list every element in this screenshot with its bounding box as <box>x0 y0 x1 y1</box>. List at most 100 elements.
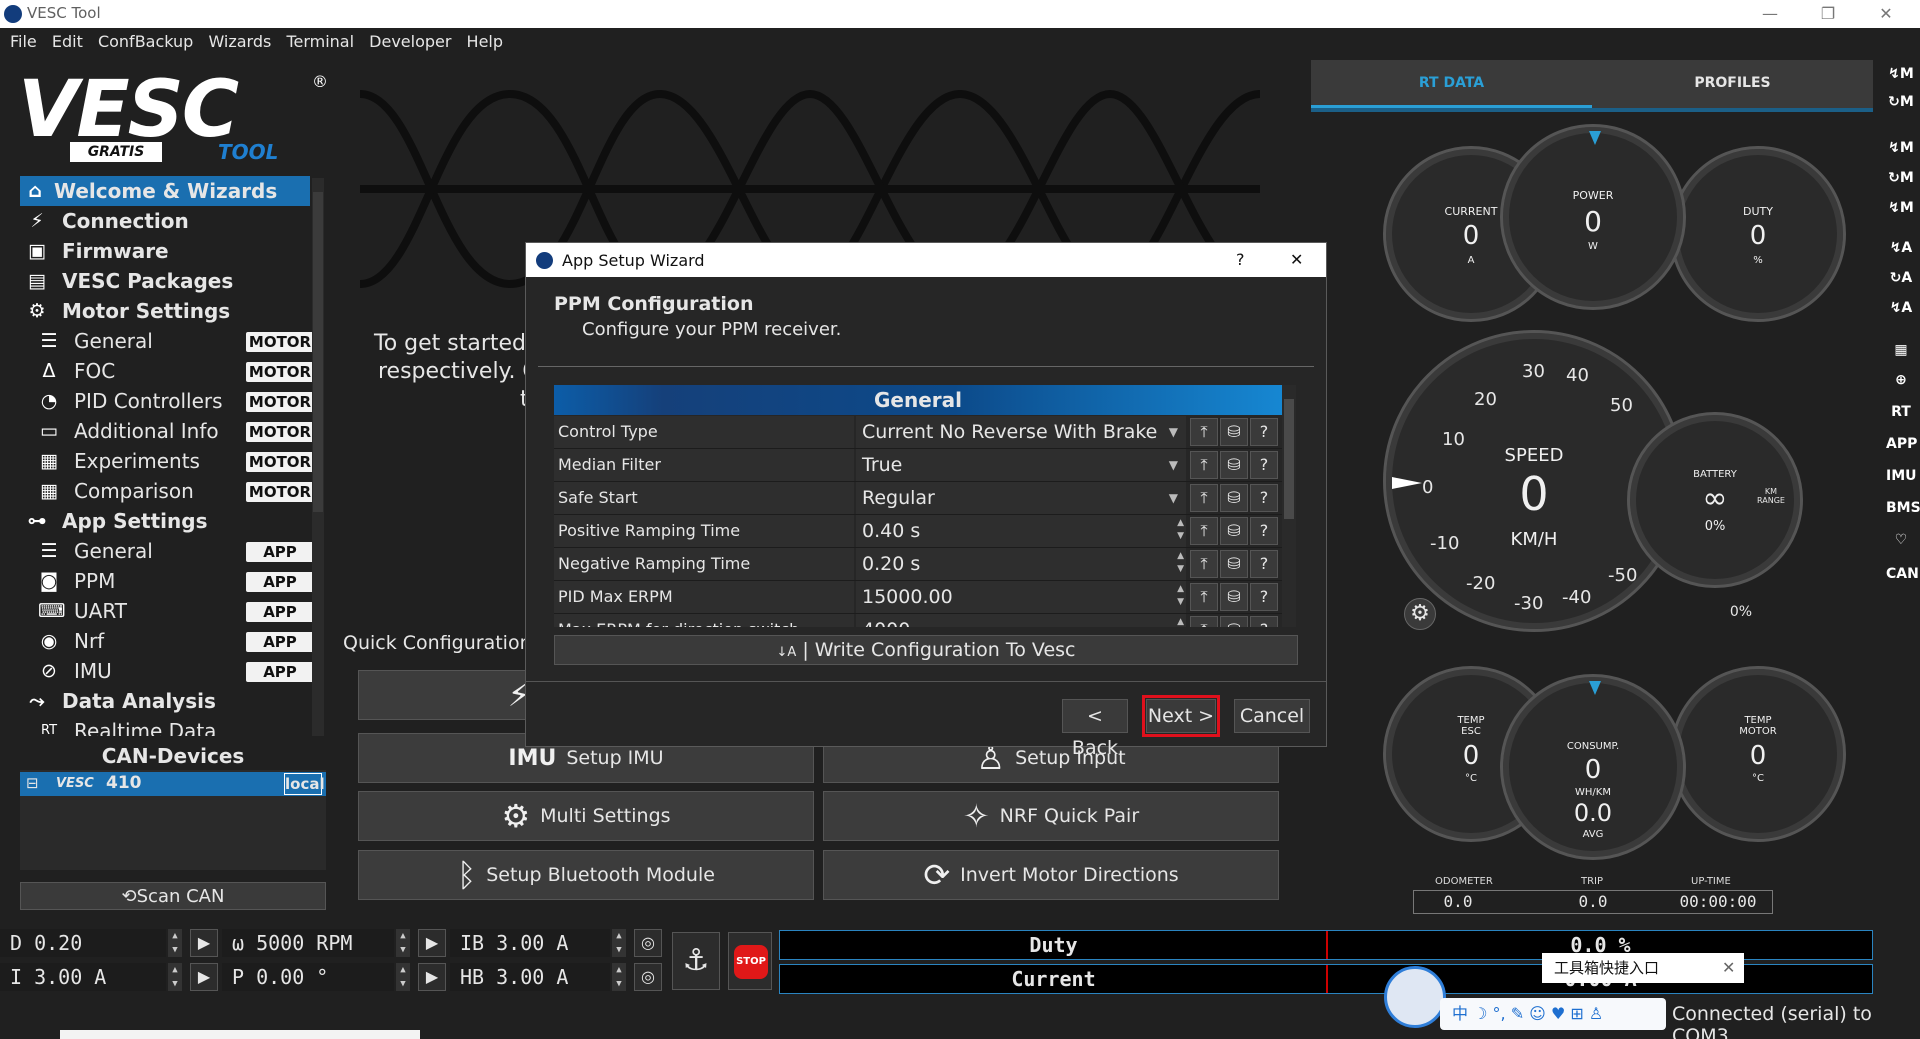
table-scrollbar[interactable] <box>1282 385 1296 627</box>
handbrake-control[interactable]: HB 3.00 A ▲ ▼ <box>450 963 628 991</box>
spin-arrows-icon[interactable]: ▲▼ <box>1177 616 1184 627</box>
spin-arrows-icon[interactable]: ▲▼ <box>168 929 182 957</box>
help-icon[interactable]: ? <box>1250 451 1278 479</box>
spin-arrows-icon[interactable]: ▲▼ <box>168 963 182 991</box>
menu-help[interactable]: Help <box>457 28 503 51</box>
database-icon[interactable]: ⛁ <box>1220 418 1248 446</box>
position-control[interactable]: P 0.00 ° ▲ ▼ <box>222 963 412 991</box>
sidebar-item-comparison[interactable]: ▦ Comparison MOTOR <box>22 476 318 506</box>
database-icon[interactable]: ⛁ <box>1220 451 1248 479</box>
sidebar-item-additional-info[interactable]: ▭ Additional Info MOTOR <box>22 416 318 446</box>
sidebar-item-pid-controllers[interactable]: ◔ PID Controllers MOTOR <box>22 386 318 416</box>
anchor-icon[interactable]: ⚓ <box>672 932 720 990</box>
tab-rt-data[interactable]: RT DATA <box>1311 60 1592 108</box>
safe-start-combo[interactable]: Regular ▼ <box>856 482 1186 514</box>
bms-icon[interactable]: BMS <box>1886 496 1920 520</box>
median-filter-combo[interactable]: True ▼ <box>856 449 1186 481</box>
sidebar-item-vesc-packages[interactable]: ▤ VESC Packages <box>22 266 318 296</box>
sidebar-item-nrf[interactable]: ◉ Nrf APP <box>22 626 318 656</box>
plug-icon[interactable]: ↻M <box>1886 90 1916 114</box>
read-motor-config-icon[interactable]: ↯M <box>1886 136 1916 160</box>
tab-profiles[interactable]: PROFILES <box>1592 60 1873 108</box>
sidebar-item-app-general[interactable]: ☰ General APP <box>22 536 318 566</box>
multi-settings-button[interactable]: ⚙ Multi Settings <box>358 791 814 841</box>
can-device-row[interactable]: ⊟ VESC 410 local <box>20 772 326 796</box>
upload-icon[interactable]: ⤒ <box>1190 550 1218 578</box>
heart-icon[interactable]: ♡ <box>1886 528 1916 552</box>
network-icon[interactable]: ▦ <box>1886 338 1916 362</box>
sidebar-item-experiments[interactable]: ▦ Experiments MOTOR <box>22 446 318 476</box>
scrollbar-thumb[interactable] <box>313 192 323 512</box>
position-input[interactable]: P 0.00 ° <box>222 963 394 991</box>
spin-arrows-icon[interactable]: ▲▼ <box>612 963 626 991</box>
upload-icon[interactable]: ⤒ <box>1190 451 1218 479</box>
sidebar-item-realtime-data[interactable]: RT Realtime Data <box>22 716 318 736</box>
minimize-button[interactable]: — <box>1742 0 1798 28</box>
database-icon[interactable]: ⛁ <box>1220 550 1248 578</box>
brake-icon[interactable]: ◎ <box>634 929 662 957</box>
menu-wizards[interactable]: Wizards <box>198 28 271 51</box>
quick-setup-hidden-button[interactable]: ⚡ <box>358 670 530 720</box>
hb-input[interactable]: HB 3.00 A <box>450 963 610 991</box>
duty-input[interactable]: D 0.20 <box>0 929 166 957</box>
sidebar-item-firmware[interactable]: ▣ Firmware <box>22 236 318 266</box>
read-app-config-icon[interactable]: ↯A <box>1886 236 1916 260</box>
duty-control[interactable]: D 0.20 ▲ ▼ <box>0 929 184 957</box>
upload-icon[interactable]: ⤒ <box>1190 418 1218 446</box>
gamepad-icon[interactable]: ⊕ <box>1886 368 1916 392</box>
spin-arrows-icon[interactable]: ▲▼ <box>396 963 410 991</box>
rt-data-icon[interactable]: RT <box>1886 400 1916 424</box>
close-window-button[interactable]: ✕ <box>1858 0 1914 28</box>
sidebar-item-uart[interactable]: ⌨ UART APP <box>22 596 318 626</box>
spin-arrows-icon[interactable]: ▲▼ <box>1177 583 1184 609</box>
close-icon[interactable]: ✕ <box>1722 953 1735 983</box>
next-button[interactable]: Next > <box>1142 695 1220 737</box>
invert-motor-directions-button[interactable]: ⟳ Invert Motor Directions <box>823 850 1279 900</box>
help-icon[interactable]: ? <box>1250 484 1278 512</box>
read-default-app-config-icon[interactable]: ↻A <box>1886 266 1916 290</box>
robot-assistant-icon[interactable] <box>1384 966 1446 1028</box>
help-icon[interactable]: ? <box>1250 583 1278 611</box>
sidebar-item-app-settings[interactable]: ⊶ App Settings <box>22 506 318 536</box>
pid-max-erpm-spinbox[interactable]: 15000.00 ▲ ▼ <box>856 581 1186 613</box>
sidebar-item-foc[interactable]: ᐃ FOC MOTOR <box>22 356 318 386</box>
menu-edit[interactable]: Edit <box>42 28 83 51</box>
dialog-help-button[interactable]: ? <box>1236 250 1245 269</box>
control-type-combo[interactable]: Current No Reverse With Brake ▼ <box>856 416 1186 448</box>
help-icon[interactable]: ? <box>1250 616 1278 627</box>
stop-button[interactable]: STOP <box>728 932 772 990</box>
upload-icon[interactable]: ⤒ <box>1190 583 1218 611</box>
database-icon[interactable]: ⛁ <box>1220 583 1248 611</box>
max-erpm-direction-spinbox[interactable]: 4000 ▲▼ <box>856 614 1186 627</box>
sidebar-item-motor-settings[interactable]: ⚙ Motor Settings <box>22 296 318 326</box>
ib-input[interactable]: IB 3.00 A <box>450 929 610 957</box>
play-icon[interactable]: ▶ <box>418 963 446 991</box>
sidebar-item-data-analysis[interactable]: ⤳ Data Analysis <box>22 686 318 716</box>
ime-toolbar[interactable]: 中 ☽ °, ✎ ☺ ♥ ⊞ ♙ <box>1440 998 1666 1030</box>
rpm-control[interactable]: ω 5000 RPM ▲ ▼ <box>222 929 412 957</box>
current-input[interactable]: I 3.00 A <box>0 963 166 991</box>
imu-icon[interactable]: IMU <box>1886 464 1917 488</box>
play-icon[interactable]: ▶ <box>190 929 218 957</box>
scrollbar-thumb[interactable] <box>1284 399 1294 519</box>
plug-icon[interactable]: ↯M <box>1886 62 1916 86</box>
spin-arrows-icon[interactable]: ▲▼ <box>396 929 410 957</box>
write-app-config-icon[interactable]: ↯A <box>1886 296 1916 320</box>
rt-app-icon[interactable]: APP <box>1886 432 1917 456</box>
negative-ramping-spinbox[interactable]: 0.20 s ▲ ▼ <box>856 548 1186 580</box>
gauge-settings-gear-icon[interactable]: ⚙ <box>1404 598 1436 630</box>
upload-icon[interactable]: ⤒ <box>1190 517 1218 545</box>
database-icon[interactable]: ⛁ <box>1220 517 1248 545</box>
restore-button[interactable]: ❐ <box>1800 0 1856 28</box>
sidebar-item-ppm[interactable]: ◙ PPM APP <box>22 566 318 596</box>
play-icon[interactable]: ▶ <box>418 929 446 957</box>
brake-current-control[interactable]: IB 3.00 A ▲ ▼ <box>450 929 628 957</box>
help-icon[interactable]: ? <box>1250 517 1278 545</box>
database-icon[interactable]: ⛁ <box>1220 484 1248 512</box>
database-icon[interactable]: ⛁ <box>1220 616 1248 627</box>
play-icon[interactable]: ▶ <box>190 963 218 991</box>
setup-bluetooth-button[interactable]: ᛒ Setup Bluetooth Module <box>358 850 814 900</box>
positive-ramping-spinbox[interactable]: 0.40 s ▲ ▼ <box>856 515 1186 547</box>
rpm-input[interactable]: ω 5000 RPM <box>222 929 394 957</box>
help-icon[interactable]: ? <box>1250 550 1278 578</box>
